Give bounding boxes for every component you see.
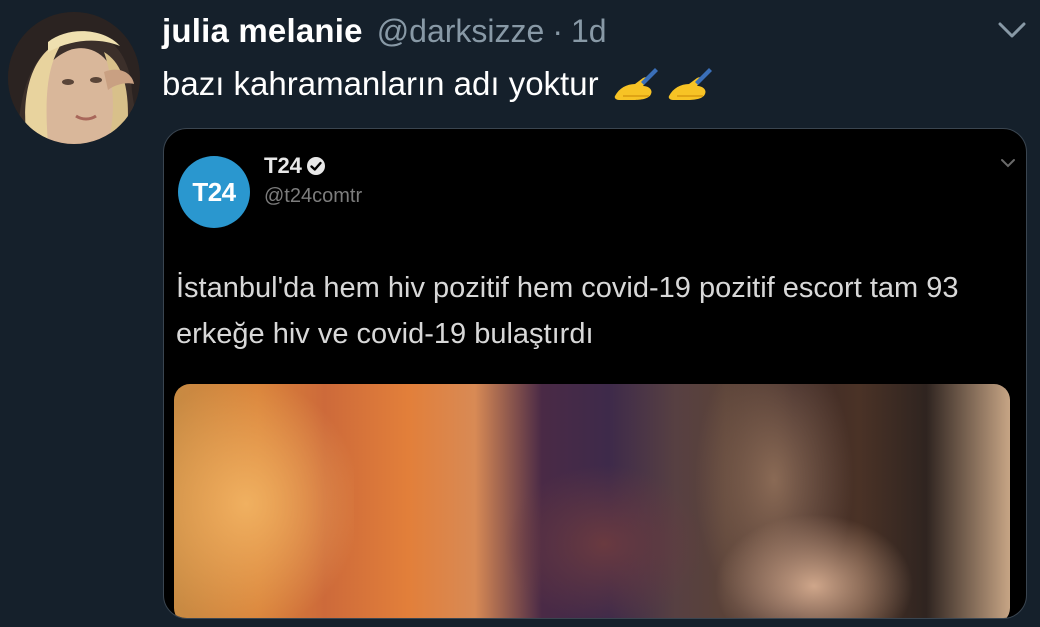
user-avatar-photo <box>8 12 140 144</box>
quoted-screenshot-card[interactable]: T24 T24 @t24comtr İstanbul'da hem hiv po… <box>163 128 1027 619</box>
timestamp[interactable]: 1d <box>571 13 607 50</box>
writing-hand-emoji <box>668 68 712 100</box>
user-handle[interactable]: @darksizze <box>377 13 545 50</box>
tweet-header: julia melanie @darksizze · 1d <box>162 12 607 52</box>
separator-dot: · <box>552 13 563 49</box>
blurred-photo <box>174 384 1010 618</box>
quoted-name-row: T24 <box>264 153 326 179</box>
quoted-display-name: T24 <box>264 153 302 178</box>
chevron-down-icon <box>1001 159 1015 168</box>
display-name[interactable]: julia melanie <box>162 12 363 50</box>
avatar[interactable] <box>8 12 140 144</box>
t24-logo: T24 <box>178 156 250 228</box>
tweet[interactable]: julia melanie @darksizze · 1d bazı kahra… <box>0 0 1040 627</box>
writing-hand-emoji <box>614 68 658 100</box>
quoted-tweet-text: İstanbul'da hem hiv pozitif hem covid-19… <box>176 272 959 350</box>
tweet-text: bazı kahramanların adı yoktur <box>162 62 713 106</box>
quoted-handle: @t24comtr <box>264 185 363 207</box>
verified-badge-icon <box>306 157 325 175</box>
tweet-body: bazı kahramanların adı yoktur <box>162 65 599 102</box>
chevron-down-icon[interactable] <box>996 18 1028 42</box>
